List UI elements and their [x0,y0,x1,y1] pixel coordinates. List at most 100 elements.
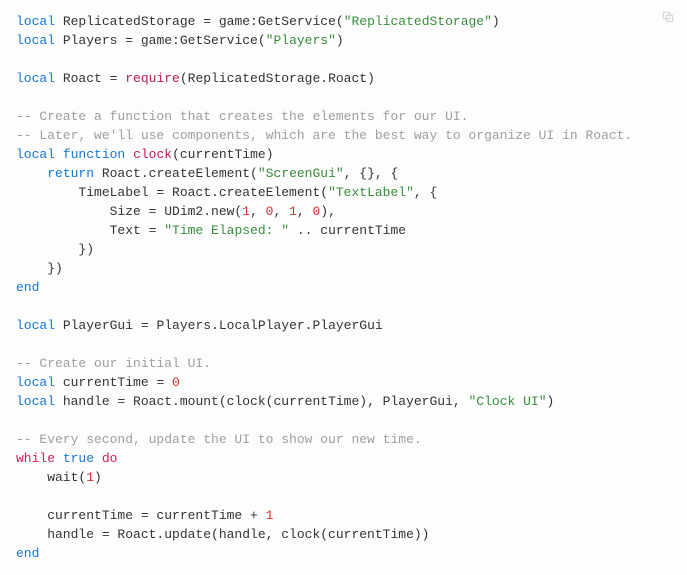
token-id: TimeLabel = Roact.createElement( [16,185,328,200]
token-kw2: do [102,451,118,466]
token-id: ) [492,14,500,29]
token-id [55,147,63,162]
token-id: PlayerGui [55,318,141,333]
token-id: }) [16,261,63,276]
token-id: Text = [16,223,164,238]
code-line [16,335,671,354]
token-id: (ReplicatedStorage.Roact) [180,71,375,86]
code-line: -- Every second, update the UI to show o… [16,430,671,449]
code-line: Size = UDim2.new(1, 0, 1, 0), [16,202,671,221]
code-line: handle = Roact.update(handle, clock(curr… [16,525,671,544]
token-id: Roact [55,71,110,86]
code-line [16,50,671,69]
token-k: end [16,280,39,295]
code-line: TimeLabel = Roact.createElement("TextLab… [16,183,671,202]
token-id: .. currentTime [289,223,406,238]
code-line: end [16,544,671,563]
token-id [55,451,63,466]
token-id: ), [320,204,336,219]
token-id [94,451,102,466]
token-id: handle [55,394,117,409]
token-fn: require [125,71,180,86]
token-id: currentTime [55,375,156,390]
code-line: }) [16,259,671,278]
token-str: "Players" [266,33,336,48]
code-line [16,487,671,506]
code-line: -- Create a function that creates the el… [16,107,671,126]
code-line: wait(1) [16,468,671,487]
code-line: }) [16,240,671,259]
code-line: local ReplicatedStorage = game:GetServic… [16,12,671,31]
token-id: = Players.LocalPlayer.PlayerGui [141,318,383,333]
code-line: local Roact = require(ReplicatedStorage.… [16,69,671,88]
token-id: ) [94,470,102,485]
code-line: local handle = Roact.mount(clock(current… [16,392,671,411]
token-fn: clock [133,147,172,162]
token-str: "Clock UI" [469,394,547,409]
token-num: 1 [86,470,94,485]
token-k: local [16,14,55,29]
code-line: while true do [16,449,671,468]
token-id [125,147,133,162]
code-line: -- Later, we'll use components, which ar… [16,126,671,145]
token-num: 1 [242,204,250,219]
code-line: local currentTime = 0 [16,373,671,392]
token-com: -- Create a function that creates the el… [16,109,468,124]
code-line [16,88,671,107]
token-id: wait( [16,470,86,485]
token-com: -- Every second, update the UI to show o… [16,432,422,447]
token-str: "ReplicatedStorage" [344,14,492,29]
token-id: Size = UDim2.new( [16,204,242,219]
token-com: -- Create our initial UI. [16,356,211,371]
code-block: local ReplicatedStorage = game:GetServic… [16,12,671,563]
token-id: , [297,204,313,219]
code-line: local function clock(currentTime) [16,145,671,164]
token-k: function [63,147,125,162]
token-id: }) [16,242,94,257]
token-k: end [16,546,39,561]
copy-icon[interactable] [661,10,675,24]
code-line: Text = "Time Elapsed: " .. currentTime [16,221,671,240]
token-k: local [16,318,55,333]
token-id: = Roact.mount(clock(currentTime), Player… [117,394,468,409]
token-id: Players [55,33,125,48]
token-id: currentTime = currentTime + [16,508,266,523]
token-k: local [16,375,55,390]
token-k: local [16,71,55,86]
token-num: 1 [266,508,274,523]
token-id [16,166,47,181]
token-kw2: while [16,451,55,466]
token-k: return [47,166,94,181]
token-id: , [273,204,289,219]
token-com: -- Later, we'll use components, which ar… [16,128,632,143]
token-id: , {}, { [344,166,399,181]
token-id: = [110,71,126,86]
code-line [16,297,671,316]
token-k: true [63,451,94,466]
token-str: "ScreenGui" [258,166,344,181]
token-id: ) [547,394,555,409]
token-id: = game:GetService( [125,33,265,48]
token-k: local [16,394,55,409]
code-line: -- Create our initial UI. [16,354,671,373]
token-id: , [250,204,266,219]
code-line: return Roact.createElement("ScreenGui", … [16,164,671,183]
token-id: ReplicatedStorage [55,14,203,29]
token-id: Roact.createElement( [94,166,258,181]
token-id: (currentTime) [172,147,273,162]
code-line: currentTime = currentTime + 1 [16,506,671,525]
code-line [16,411,671,430]
code-line: local Players = game:GetService("Players… [16,31,671,50]
token-str: "Time Elapsed: " [164,223,289,238]
token-id: , { [414,185,437,200]
code-line: end [16,278,671,297]
token-num: 0 [172,375,180,390]
token-k: local [16,33,55,48]
token-id: = [156,375,172,390]
token-id: ) [336,33,344,48]
token-k: local [16,147,55,162]
token-str: "TextLabel" [328,185,414,200]
token-num: 1 [289,204,297,219]
token-id: handle = Roact.update(handle, clock(curr… [16,527,429,542]
code-line: local PlayerGui = Players.LocalPlayer.Pl… [16,316,671,335]
